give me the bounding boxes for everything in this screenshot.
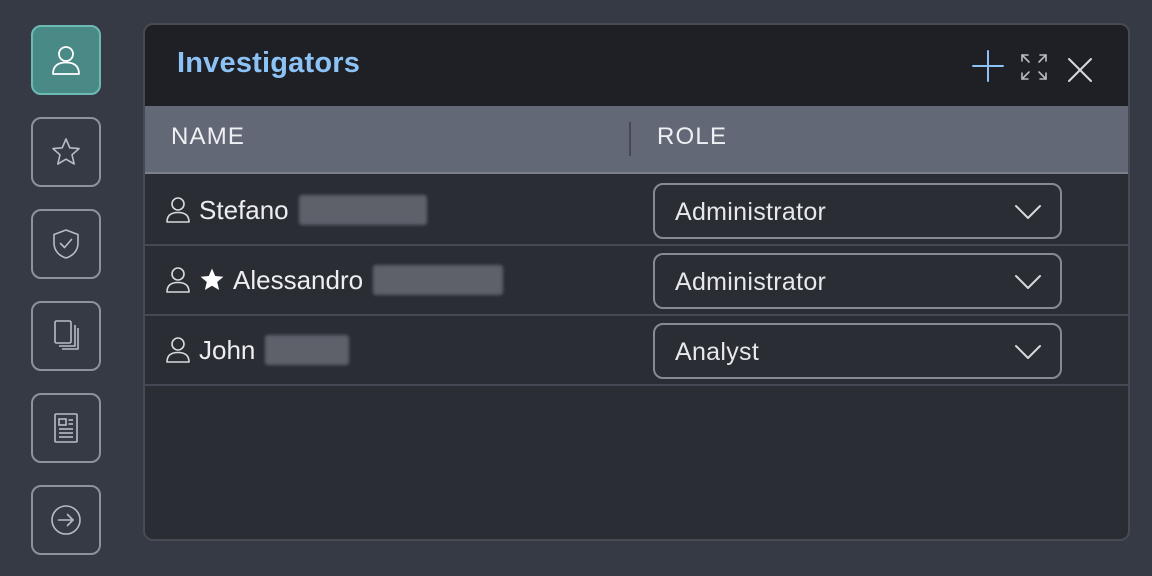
sidebar-item-security[interactable] xyxy=(31,209,101,279)
investigators-panel: Investigators NAME ROLE Stefano Administ… xyxy=(143,23,1130,541)
sidebar-item-investigators[interactable] xyxy=(31,25,101,95)
table-row[interactable]: Stefano Administrator xyxy=(145,176,1128,246)
role-dropdown[interactable]: Administrator xyxy=(653,183,1062,239)
documents-icon xyxy=(50,318,82,354)
name-cell: John xyxy=(165,316,350,384)
chevron-down-icon xyxy=(1014,343,1042,366)
sidebar-item-favorites[interactable] xyxy=(31,117,101,187)
role-value: Administrator xyxy=(675,268,827,296)
shield-check-icon xyxy=(50,227,82,261)
table-row[interactable]: John Analyst xyxy=(145,316,1128,386)
user-icon xyxy=(165,336,191,364)
investigator-first-name: John xyxy=(199,334,256,365)
redacted-surname xyxy=(373,265,504,295)
role-value: Analyst xyxy=(675,338,760,366)
expand-icon[interactable] xyxy=(1020,53,1048,81)
sidebar-item-report[interactable] xyxy=(31,393,101,463)
close-icon[interactable] xyxy=(1067,57,1093,83)
role-dropdown[interactable]: Analyst xyxy=(653,323,1062,379)
panel-header: Investigators xyxy=(145,25,1128,106)
column-divider[interactable] xyxy=(629,122,631,156)
sidebar-item-documents[interactable] xyxy=(31,301,101,371)
role-value: Administrator xyxy=(675,198,827,226)
investigator-first-name: Stefano xyxy=(199,194,289,225)
user-icon xyxy=(165,266,191,294)
arrow-circle-right-icon xyxy=(49,503,83,537)
add-icon[interactable] xyxy=(971,49,1005,83)
role-dropdown[interactable]: Administrator xyxy=(653,253,1062,309)
name-cell: Alessandro xyxy=(165,246,504,314)
column-header-name[interactable]: NAME xyxy=(171,123,245,151)
name-cell: Stefano xyxy=(165,176,427,244)
user-icon xyxy=(49,43,83,77)
chevron-down-icon xyxy=(1014,273,1042,296)
sidebar-item-logout[interactable] xyxy=(31,485,101,555)
chevron-down-icon xyxy=(1014,203,1042,226)
star-icon xyxy=(50,136,82,168)
table-header: NAME ROLE xyxy=(145,106,1128,174)
panel-title: Investigators xyxy=(177,47,361,79)
star-filled-icon xyxy=(199,267,225,293)
investigator-first-name: Alessandro xyxy=(233,264,364,295)
table-row[interactable]: Alessandro Administrator xyxy=(145,246,1128,316)
redacted-surname xyxy=(265,335,350,365)
redacted-surname xyxy=(298,195,427,225)
column-header-role[interactable]: ROLE xyxy=(657,123,727,151)
user-icon xyxy=(165,196,191,224)
report-icon xyxy=(51,411,81,445)
